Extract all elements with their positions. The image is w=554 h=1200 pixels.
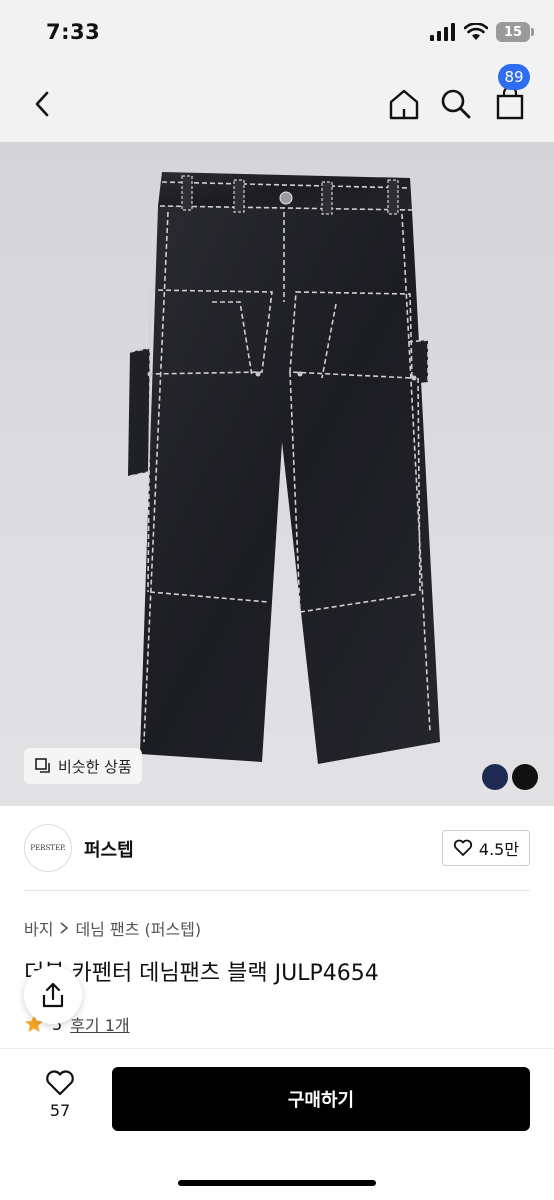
cart-button[interactable] [490,84,530,124]
similar-products-button[interactable]: 비슷한 상품 [24,748,142,784]
chevron-right-icon [60,922,69,934]
brand-like-button[interactable]: 4.5만 [442,830,530,866]
product-image[interactable]: 비슷한 상품 [0,142,554,806]
home-icon [389,89,419,120]
search-button[interactable] [436,84,476,124]
heart-icon [46,1070,74,1096]
divider [24,890,530,891]
breadcrumb-category[interactable]: 바지 [24,916,53,940]
bottom-bar: 57 구매하기 [0,1048,554,1200]
status-icons: 15 [430,22,534,42]
share-button[interactable] [24,966,82,1024]
brand-like-count: 4.5만 [478,840,520,859]
status-time: 7:33 [46,20,101,44]
home-indicator [178,1180,376,1186]
share-icon [42,982,64,1008]
brand-logo[interactable]: PERSTEP. [24,824,72,872]
wishlist-button[interactable]: 57 [30,1069,90,1120]
breadcrumb: 바지 데님 팬츠 (퍼스텝) [24,916,201,940]
back-button[interactable] [22,84,62,124]
jeans-image [128,172,440,764]
nav-bar: 89 [0,64,554,142]
breadcrumb-subcategory[interactable]: 데님 팬츠 (퍼스텝) [75,916,201,940]
color-swatch-navy[interactable] [482,764,508,790]
wishlist-count: 57 [49,1101,71,1120]
brand-name[interactable]: 퍼스텝 [84,836,134,862]
shopping-bag-icon [496,87,524,120]
color-swatch-black[interactable] [512,764,538,790]
home-button[interactable] [384,84,424,124]
chevron-left-icon [35,91,49,117]
similar-products-label: 비슷한 상품 [58,757,132,776]
battery-icon: 15 [496,22,534,42]
status-bar: 7:33 15 [0,0,554,66]
brand-row: PERSTEP. 퍼스텝 4.5만 [24,820,530,876]
wifi-icon [464,23,488,40]
signal-icon [430,23,455,41]
cart-count-badge: 89 [498,64,530,90]
search-icon [441,89,471,119]
copy-icon [35,758,50,773]
review-link[interactable]: 후기 1개 [70,1012,129,1036]
buy-button[interactable]: 구매하기 [112,1067,530,1131]
heart-icon [453,839,473,856]
